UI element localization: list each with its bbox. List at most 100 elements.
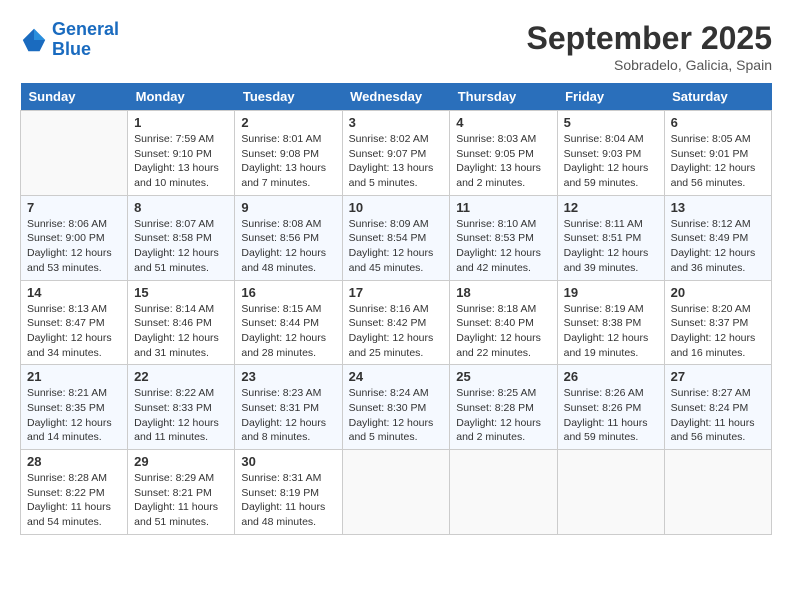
calendar-cell — [342, 450, 450, 535]
calendar-cell: 8 Sunrise: 8:07 AM Sunset: 8:58 PM Daylig… — [128, 195, 235, 280]
calendar-cell: 30 Sunrise: 8:31 AM Sunset: 8:19 PM Dayli… — [235, 450, 342, 535]
day-info: Sunrise: 8:05 AM Sunset: 9:01 PM Dayligh… — [671, 132, 765, 191]
calendar-cell: 2 Sunrise: 8:01 AM Sunset: 9:08 PM Daylig… — [235, 111, 342, 196]
day-info: Sunrise: 8:19 AM Sunset: 8:38 PM Dayligh… — [564, 302, 658, 361]
calendar-cell: 26Sunrise: 8:26 AM Sunset: 8:26 PM Dayli… — [557, 365, 664, 450]
calendar-cell: 14 Sunrise: 8:13 AM Sunset: 8:47 PM Dayli… — [21, 280, 128, 365]
calendar-cell: 27Sunrise: 8:27 AM Sunset: 8:24 PM Dayli… — [664, 365, 771, 450]
calendar-cell: 20 Sunrise: 8:20 AM Sunset: 8:37 PM Dayli… — [664, 280, 771, 365]
calendar-cell: 17 Sunrise: 8:16 AM Sunset: 8:42 PM Dayli… — [342, 280, 450, 365]
calendar-body: 1 Sunrise: 7:59 AM Sunset: 9:10 PM Daylig… — [21, 111, 772, 535]
day-number: 20 — [671, 285, 765, 300]
day-number: 5 — [564, 115, 658, 130]
day-number: 21 — [27, 369, 121, 384]
calendar-cell: 25 Sunrise: 8:25 AM Sunset: 8:28 PM Dayli… — [450, 365, 557, 450]
header-wednesday: Wednesday — [342, 83, 450, 111]
calendar-row: 7 Sunrise: 8:06 AM Sunset: 9:00 PM Daylig… — [21, 195, 772, 280]
calendar-cell: 13 Sunrise: 8:12 AM Sunset: 8:49 PM Dayli… — [664, 195, 771, 280]
day-number: 14 — [27, 285, 121, 300]
calendar-cell: 21 Sunrise: 8:21 AM Sunset: 8:35 PM Dayli… — [21, 365, 128, 450]
day-number: 13 — [671, 200, 765, 215]
day-number: 28 — [27, 454, 121, 469]
day-number: 30 — [241, 454, 335, 469]
month-title: September 2025 — [527, 20, 772, 57]
day-info: Sunrise: 8:29 AM Sunset: 8:21 PM Dayligh… — [134, 471, 228, 530]
calendar-cell: 6 Sunrise: 8:05 AM Sunset: 9:01 PM Daylig… — [664, 111, 771, 196]
location-title: Sobradelo, Galicia, Spain — [527, 57, 772, 73]
day-number: 16 — [241, 285, 335, 300]
day-info: Sunrise: 8:31 AM Sunset: 8:19 PM Dayligh… — [241, 471, 335, 530]
day-number: 24 — [349, 369, 444, 384]
day-number: 23 — [241, 369, 335, 384]
day-info: Sunrise: 8:22 AM Sunset: 8:33 PM Dayligh… — [134, 386, 228, 445]
day-info: Sunrise: 8:23 AM Sunset: 8:31 PM Dayligh… — [241, 386, 335, 445]
calendar-cell: 29Sunrise: 8:29 AM Sunset: 8:21 PM Dayli… — [128, 450, 235, 535]
day-info: Sunrise: 8:01 AM Sunset: 9:08 PM Dayligh… — [241, 132, 335, 191]
day-info: Sunrise: 8:06 AM Sunset: 9:00 PM Dayligh… — [27, 217, 121, 276]
logo-icon — [20, 26, 48, 54]
day-info: Sunrise: 8:21 AM Sunset: 8:35 PM Dayligh… — [27, 386, 121, 445]
calendar-cell — [21, 111, 128, 196]
calendar-cell — [664, 450, 771, 535]
day-info: Sunrise: 8:16 AM Sunset: 8:42 PM Dayligh… — [349, 302, 444, 361]
calendar-cell: 24 Sunrise: 8:24 AM Sunset: 8:30 PM Dayli… — [342, 365, 450, 450]
day-info: Sunrise: 8:11 AM Sunset: 8:51 PM Dayligh… — [564, 217, 658, 276]
day-number: 2 — [241, 115, 335, 130]
day-number: 10 — [349, 200, 444, 215]
calendar-cell: 4Sunrise: 8:03 AM Sunset: 9:05 PM Daylig… — [450, 111, 557, 196]
day-number: 8 — [134, 200, 228, 215]
day-number: 3 — [349, 115, 444, 130]
calendar-cell: 1 Sunrise: 7:59 AM Sunset: 9:10 PM Daylig… — [128, 111, 235, 196]
day-info: Sunrise: 8:07 AM Sunset: 8:58 PM Dayligh… — [134, 217, 228, 276]
calendar-row: 1 Sunrise: 7:59 AM Sunset: 9:10 PM Daylig… — [21, 111, 772, 196]
day-info: Sunrise: 8:18 AM Sunset: 8:40 PM Dayligh… — [456, 302, 550, 361]
logo: General Blue — [20, 20, 119, 60]
calendar-row: 21 Sunrise: 8:21 AM Sunset: 8:35 PM Dayli… — [21, 365, 772, 450]
header-thursday: Thursday — [450, 83, 557, 111]
day-info: Sunrise: 8:25 AM Sunset: 8:28 PM Dayligh… — [456, 386, 550, 445]
day-info: Sunrise: 8:20 AM Sunset: 8:37 PM Dayligh… — [671, 302, 765, 361]
header-saturday: Saturday — [664, 83, 771, 111]
day-info: Sunrise: 8:08 AM Sunset: 8:56 PM Dayligh… — [241, 217, 335, 276]
calendar-cell: 11Sunrise: 8:10 AM Sunset: 8:53 PM Dayli… — [450, 195, 557, 280]
day-number: 15 — [134, 285, 228, 300]
day-info: Sunrise: 8:14 AM Sunset: 8:46 PM Dayligh… — [134, 302, 228, 361]
day-number: 9 — [241, 200, 335, 215]
day-number: 11 — [456, 200, 550, 215]
calendar-cell: 16 Sunrise: 8:15 AM Sunset: 8:44 PM Dayli… — [235, 280, 342, 365]
day-info: Sunrise: 8:28 AM Sunset: 8:22 PM Dayligh… — [27, 471, 121, 530]
calendar-cell: 12 Sunrise: 8:11 AM Sunset: 8:51 PM Dayli… — [557, 195, 664, 280]
day-info: Sunrise: 8:13 AM Sunset: 8:47 PM Dayligh… — [27, 302, 121, 361]
day-number: 27 — [671, 369, 765, 384]
calendar-cell: 28 Sunrise: 8:28 AM Sunset: 8:22 PM Dayli… — [21, 450, 128, 535]
calendar-cell: 3 Sunrise: 8:02 AM Sunset: 9:07 PM Daylig… — [342, 111, 450, 196]
header-row: Sunday Monday Tuesday Wednesday Thursday… — [21, 83, 772, 111]
day-number: 19 — [564, 285, 658, 300]
calendar-cell: 10 Sunrise: 8:09 AM Sunset: 8:54 PM Dayli… — [342, 195, 450, 280]
day-info: Sunrise: 8:02 AM Sunset: 9:07 PM Dayligh… — [349, 132, 444, 191]
day-info: Sunrise: 8:15 AM Sunset: 8:44 PM Dayligh… — [241, 302, 335, 361]
header-friday: Friday — [557, 83, 664, 111]
day-number: 17 — [349, 285, 444, 300]
calendar-cell: 19 Sunrise: 8:19 AM Sunset: 8:38 PM Dayli… — [557, 280, 664, 365]
logo-text: General Blue — [52, 20, 119, 60]
day-info: Sunrise: 8:09 AM Sunset: 8:54 PM Dayligh… — [349, 217, 444, 276]
day-info: Sunrise: 7:59 AM Sunset: 9:10 PM Dayligh… — [134, 132, 228, 191]
header-monday: Monday — [128, 83, 235, 111]
calendar-cell — [450, 450, 557, 535]
calendar-cell: 23 Sunrise: 8:23 AM Sunset: 8:31 PM Dayli… — [235, 365, 342, 450]
header-tuesday: Tuesday — [235, 83, 342, 111]
day-info: Sunrise: 8:24 AM Sunset: 8:30 PM Dayligh… — [349, 386, 444, 445]
calendar-row: 14 Sunrise: 8:13 AM Sunset: 8:47 PM Dayli… — [21, 280, 772, 365]
calendar-cell: 5 Sunrise: 8:04 AM Sunset: 9:03 PM Daylig… — [557, 111, 664, 196]
day-number: 7 — [27, 200, 121, 215]
day-info: Sunrise: 8:26 AM Sunset: 8:26 PM Dayligh… — [564, 386, 658, 445]
day-info: Sunrise: 8:12 AM Sunset: 8:49 PM Dayligh… — [671, 217, 765, 276]
day-number: 1 — [134, 115, 228, 130]
calendar-header: Sunday Monday Tuesday Wednesday Thursday… — [21, 83, 772, 111]
month-title-area: September 2025 Sobradelo, Galicia, Spain — [527, 20, 772, 73]
day-number: 12 — [564, 200, 658, 215]
day-info: Sunrise: 8:04 AM Sunset: 9:03 PM Dayligh… — [564, 132, 658, 191]
day-number: 25 — [456, 369, 550, 384]
day-number: 6 — [671, 115, 765, 130]
